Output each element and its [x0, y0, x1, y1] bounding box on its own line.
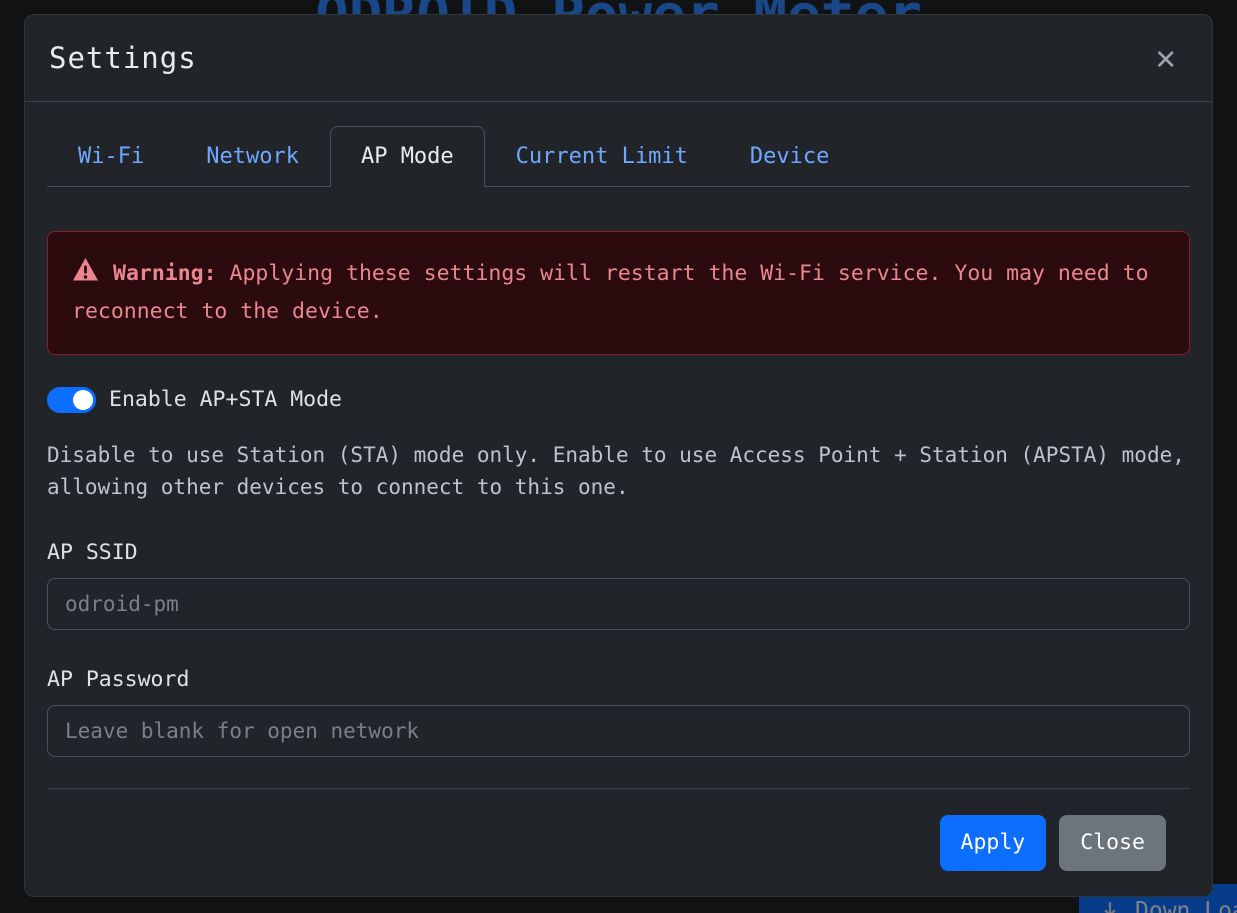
modal-title: Settings — [49, 41, 197, 75]
modal-footer: Apply Close — [47, 788, 1190, 896]
tab-current-limit[interactable]: Current Limit — [485, 126, 719, 187]
settings-tabs: Wi-Fi Network AP Mode Current Limit Devi… — [47, 126, 1190, 187]
ap-password-label: AP Password — [47, 667, 1190, 692]
warning-alert: Warning: Applying these settings will re… — [47, 231, 1190, 355]
ap-sta-toggle[interactable] — [47, 387, 96, 413]
tab-wifi[interactable]: Wi-Fi — [47, 126, 175, 187]
ap-sta-toggle-row: Enable AP+STA Mode — [47, 387, 1190, 413]
tab-network[interactable]: Network — [175, 126, 330, 187]
warning-text: Applying these settings will restart the… — [72, 261, 1149, 324]
modal-body: Wi-Fi Network AP Mode Current Limit Devi… — [25, 102, 1212, 762]
close-button[interactable]: Close — [1059, 815, 1166, 871]
warning-icon — [72, 257, 99, 294]
ap-ssid-input[interactable] — [47, 578, 1190, 630]
warning-bold-text: Warning: — [113, 261, 217, 286]
settings-modal: Settings ✕ Wi-Fi Network AP Mode Current… — [24, 14, 1213, 897]
ap-password-input[interactable] — [47, 705, 1190, 757]
toggle-knob — [73, 390, 93, 410]
tab-ap-mode[interactable]: AP Mode — [330, 126, 485, 187]
ap-sta-toggle-label: Enable AP+STA Mode — [109, 387, 342, 412]
ap-ssid-label: AP SSID — [47, 540, 1190, 565]
tab-device[interactable]: Device — [719, 126, 860, 187]
mode-help-text: Disable to use Station (STA) mode only. … — [47, 439, 1190, 503]
apply-button[interactable]: Apply — [940, 815, 1047, 871]
close-icon[interactable]: ✕ — [1144, 41, 1188, 75]
modal-header: Settings ✕ — [25, 15, 1212, 102]
